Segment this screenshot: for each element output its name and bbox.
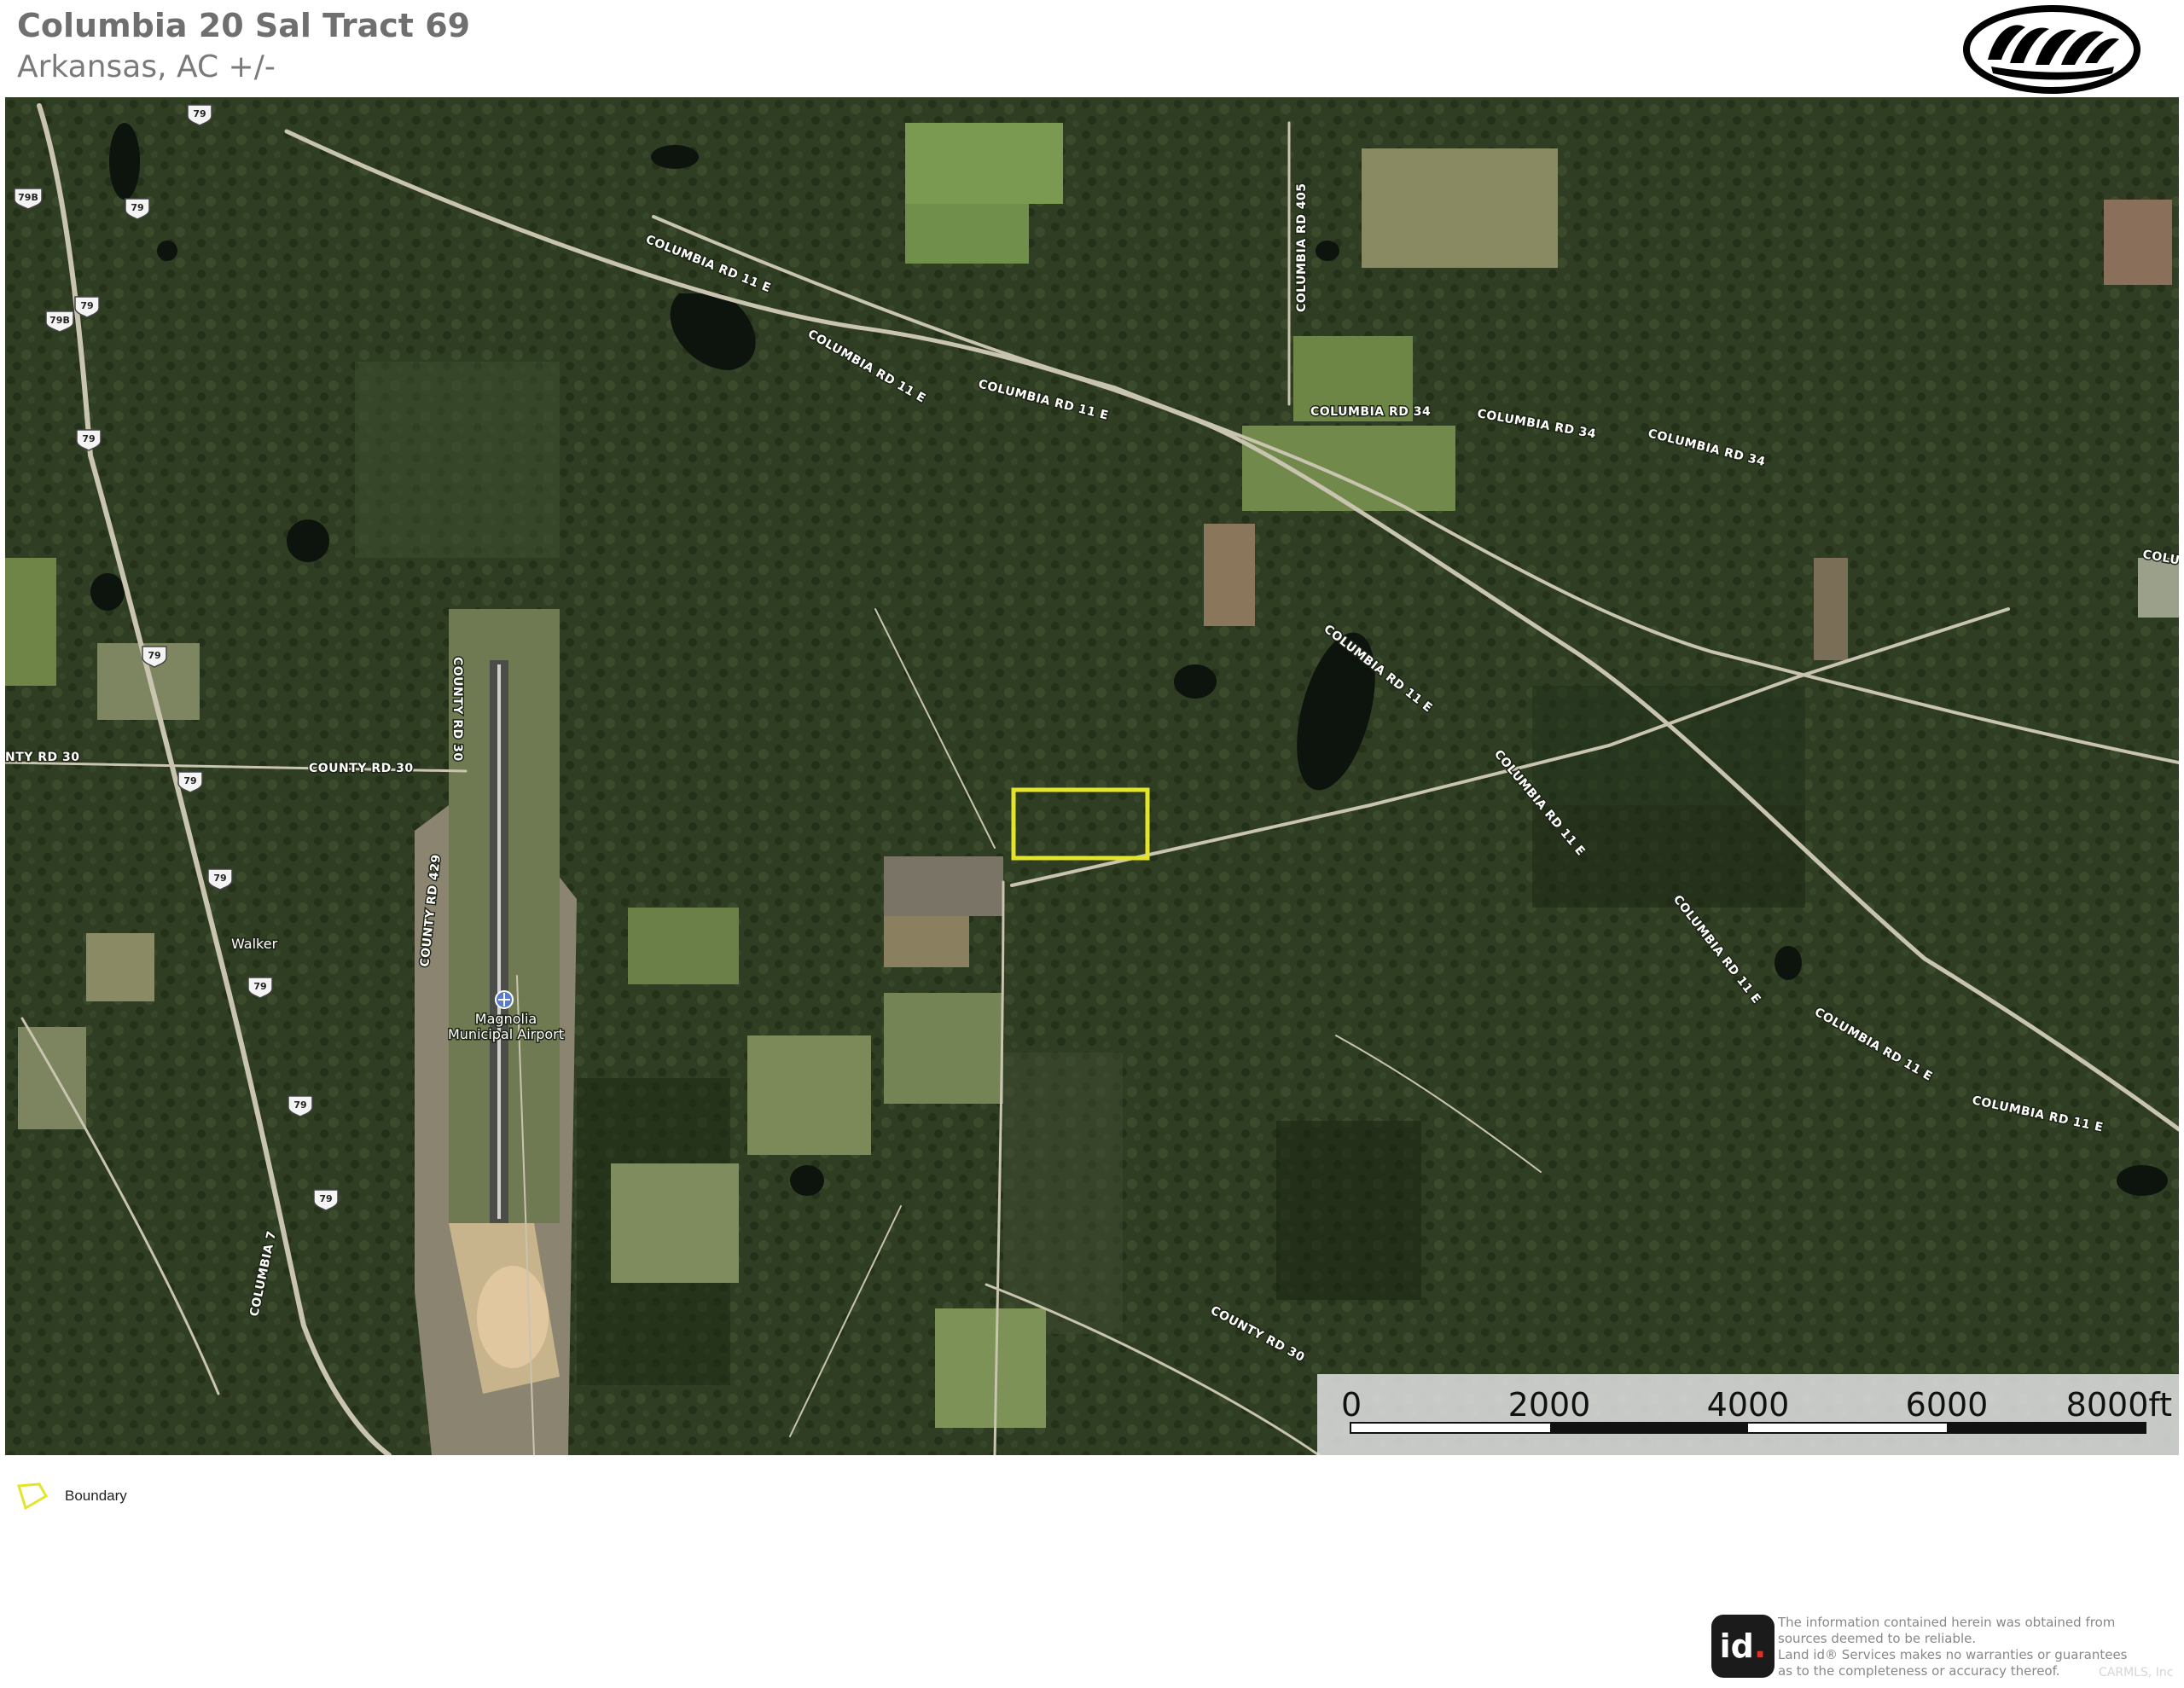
scale-segment <box>1351 1424 1550 1432</box>
road-label: COUNTY RD 30 <box>309 762 414 775</box>
aerial-map[interactable]: COLUMBIA RD 11 E COLUMBIA RD 11 E COLUMB… <box>5 97 2179 1455</box>
svg-text:79: 79 <box>148 650 160 661</box>
page-subtitle: Arkansas, AC +/- <box>17 49 276 84</box>
road-label: NTY RD 30 <box>5 751 80 764</box>
airport-label: Magnolia <box>475 1011 537 1027</box>
scale-label: 4000 <box>1706 1386 1790 1424</box>
page-title: Columbia 20 Sal Tract 69 <box>17 7 471 44</box>
road-label: COUNTY RD 30 <box>450 657 464 762</box>
scale-segment <box>1549 1424 1748 1432</box>
airport-label: Municipal Airport <box>448 1026 564 1042</box>
legend-label: Boundary <box>65 1488 127 1504</box>
svg-text:79B: 79B <box>49 315 70 326</box>
svg-text:79: 79 <box>253 981 266 992</box>
scale-segment <box>1748 1424 1947 1432</box>
bear-paw-logo-icon <box>1963 5 2140 94</box>
svg-text:79: 79 <box>213 873 226 884</box>
road-label: COLUMBIA RD 34 <box>1310 405 1431 419</box>
land-id-logo-icon: id. <box>1711 1615 1774 1678</box>
place-label-walker: Walker <box>231 936 278 952</box>
scale-label: 2000 <box>1507 1386 1591 1424</box>
disclaimer-line: sources deemed to be reliable. <box>1778 1631 1977 1646</box>
svg-text:79: 79 <box>131 202 143 213</box>
svg-text:79: 79 <box>319 1193 332 1204</box>
svg-text:79: 79 <box>82 433 95 444</box>
scale-label: 6000 <box>1905 1386 1989 1424</box>
svg-text:79: 79 <box>293 1099 306 1111</box>
scale-track <box>1350 1422 2146 1434</box>
scale-label: 8000ft <box>2065 1386 2172 1424</box>
svg-text:79: 79 <box>193 108 206 119</box>
svg-text:79B: 79B <box>18 192 38 203</box>
boundary-polygon-icon <box>17 1482 49 1511</box>
watermark: CARMLS, Inc <box>2099 1666 2174 1679</box>
airport-icon <box>495 990 514 1009</box>
svg-text:79: 79 <box>183 775 196 786</box>
svg-text:79: 79 <box>80 300 93 311</box>
disclaimer-line: The information contained herein was obt… <box>1778 1615 2116 1630</box>
scale-segment <box>1946 1424 2145 1432</box>
disclaimer: The information contained herein was obt… <box>1778 1615 2136 1679</box>
road-label: COLUMBIA RD 405 <box>1295 183 1309 313</box>
disclaimer-line: as to the completeness or accuracy there… <box>1778 1663 2060 1679</box>
scale-bar: 0 2000 4000 6000 8000ft <box>1317 1374 2179 1455</box>
scale-label: 0 <box>1341 1386 1362 1424</box>
disclaimer-line: Land id® Services makes no warranties or… <box>1778 1647 2128 1662</box>
legend: Boundary <box>15 1481 127 1511</box>
